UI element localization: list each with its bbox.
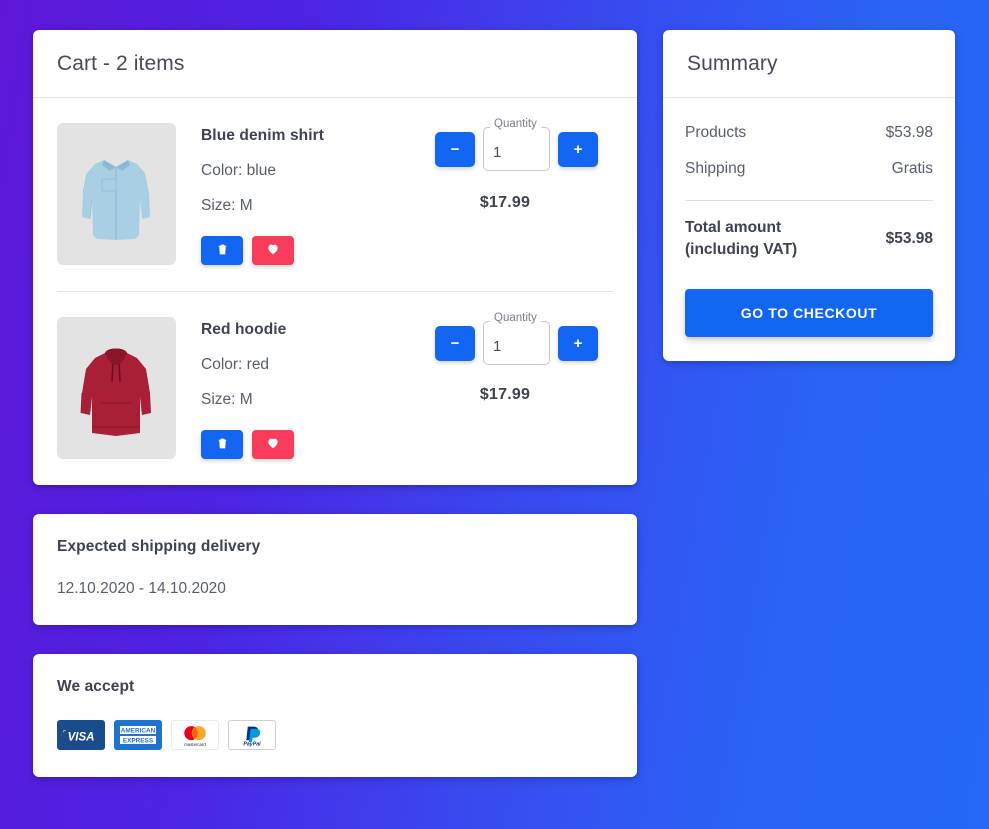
- add-to-favorites-button[interactable]: [252, 236, 294, 265]
- product-actions: [201, 430, 435, 459]
- svg-text:VISA: VISA: [68, 732, 95, 744]
- heart-icon: [266, 242, 280, 259]
- product-info: Blue denim shirt Color: blue Size: M: [176, 123, 435, 265]
- summary-divider: [685, 200, 933, 201]
- mastercard-icon: mastercard: [171, 720, 219, 750]
- product-actions: [201, 236, 435, 265]
- product-name: Blue denim shirt: [201, 127, 325, 144]
- add-to-favorites-button[interactable]: [252, 430, 294, 459]
- cart-item-row: Red hoodie Color: red Size: M − 1 Quanti…: [57, 291, 613, 485]
- cart-title: Cart - 2 items: [57, 52, 185, 75]
- right-column: Summary Products $53.98 Shipping Gratis …: [663, 30, 955, 361]
- summary-total-label: Total amount (including VAT): [685, 217, 797, 262]
- summary-total-label-line2: (including VAT): [685, 241, 798, 259]
- cart-card: Cart - 2 items Blue denim shirt Color: b…: [33, 30, 637, 485]
- payments-title: We accept: [57, 678, 135, 695]
- payments-card: We accept VISA AMERICAN EXPRESS masterca…: [33, 654, 637, 777]
- summary-shipping-row: Shipping Gratis: [685, 156, 933, 182]
- cart-header: Cart - 2 items: [33, 30, 637, 98]
- product-price: $17.99: [479, 386, 531, 403]
- increase-quantity-button[interactable]: +: [558, 325, 598, 361]
- summary-products-value: $53.98: [885, 124, 933, 141]
- summary-card: Summary Products $53.98 Shipping Gratis …: [663, 30, 955, 361]
- amex-icon: AMERICAN EXPRESS: [114, 720, 162, 750]
- summary-total-label-line1: Total amount: [685, 219, 782, 236]
- product-size: Size: M: [201, 197, 253, 214]
- quantity-input[interactable]: [483, 127, 550, 171]
- summary-products-label: Products: [685, 124, 747, 141]
- decrease-quantity-button[interactable]: −: [435, 131, 475, 167]
- quantity-block: − Quantity + $17.99: [435, 118, 613, 212]
- quantity-stepper: − Quantity +: [435, 118, 613, 171]
- product-color: Color: red: [201, 356, 270, 373]
- heart-icon: [266, 436, 280, 453]
- summary-header: Summary: [663, 30, 955, 98]
- trash-icon: [216, 243, 229, 259]
- summary-shipping-value: Gratis: [891, 160, 933, 177]
- quantity-stepper: − Quantity +: [435, 312, 613, 365]
- left-column: Cart - 2 items Blue denim shirt Color: b…: [33, 30, 637, 777]
- quantity-field: Quantity: [483, 312, 550, 365]
- product-price: $17.99: [479, 194, 531, 211]
- svg-text:mastercard: mastercard: [184, 742, 206, 747]
- decrease-quantity-button[interactable]: −: [435, 325, 475, 361]
- summary-body: Products $53.98 Shipping Gratis Total am…: [663, 98, 955, 361]
- shipping-dates: 12.10.2020 - 14.10.2020: [57, 580, 226, 597]
- cart-item-row: Blue denim shirt Color: blue Size: M − 1…: [57, 98, 613, 291]
- summary-total-value: $53.98: [885, 230, 933, 248]
- svg-text:AMERICAN: AMERICAN: [121, 728, 156, 735]
- shipping-title: Expected shipping delivery: [57, 538, 261, 555]
- increase-quantity-button[interactable]: +: [558, 131, 598, 167]
- product-size: Size: M: [201, 391, 253, 408]
- quantity-block: − Quantity + $17.99: [435, 312, 613, 404]
- quantity-field: Quantity: [483, 118, 550, 171]
- summary-total-row: Total amount (including VAT) $53.98: [685, 217, 933, 262]
- svg-text:PayPal: PayPal: [243, 742, 261, 748]
- shipping-card: Expected shipping delivery 12.10.2020 - …: [33, 514, 637, 625]
- summary-title: Summary: [687, 52, 778, 75]
- product-info: Red hoodie Color: red Size: M: [176, 317, 435, 459]
- product-color: Color: blue: [201, 162, 276, 179]
- summary-products-row: Products $53.98: [685, 120, 933, 146]
- payment-methods: VISA AMERICAN EXPRESS mastercard PayPal: [57, 720, 613, 750]
- product-thumbnail-blue-denim-shirt[interactable]: [57, 123, 176, 265]
- visa-icon: VISA: [57, 720, 105, 750]
- quantity-input[interactable]: [483, 321, 550, 365]
- paypal-icon: PayPal: [228, 720, 276, 750]
- product-name: Red hoodie: [201, 321, 287, 338]
- trash-icon: [216, 437, 229, 453]
- summary-shipping-label: Shipping: [685, 160, 746, 177]
- svg-text:EXPRESS: EXPRESS: [123, 738, 154, 745]
- cart-items-list: Blue denim shirt Color: blue Size: M − 1…: [33, 98, 637, 485]
- remove-item-button[interactable]: [201, 430, 243, 459]
- remove-item-button[interactable]: [201, 236, 243, 265]
- go-to-checkout-button[interactable]: GO TO CHECKOUT: [685, 288, 933, 337]
- product-thumbnail-red-hoodie[interactable]: [57, 317, 176, 459]
